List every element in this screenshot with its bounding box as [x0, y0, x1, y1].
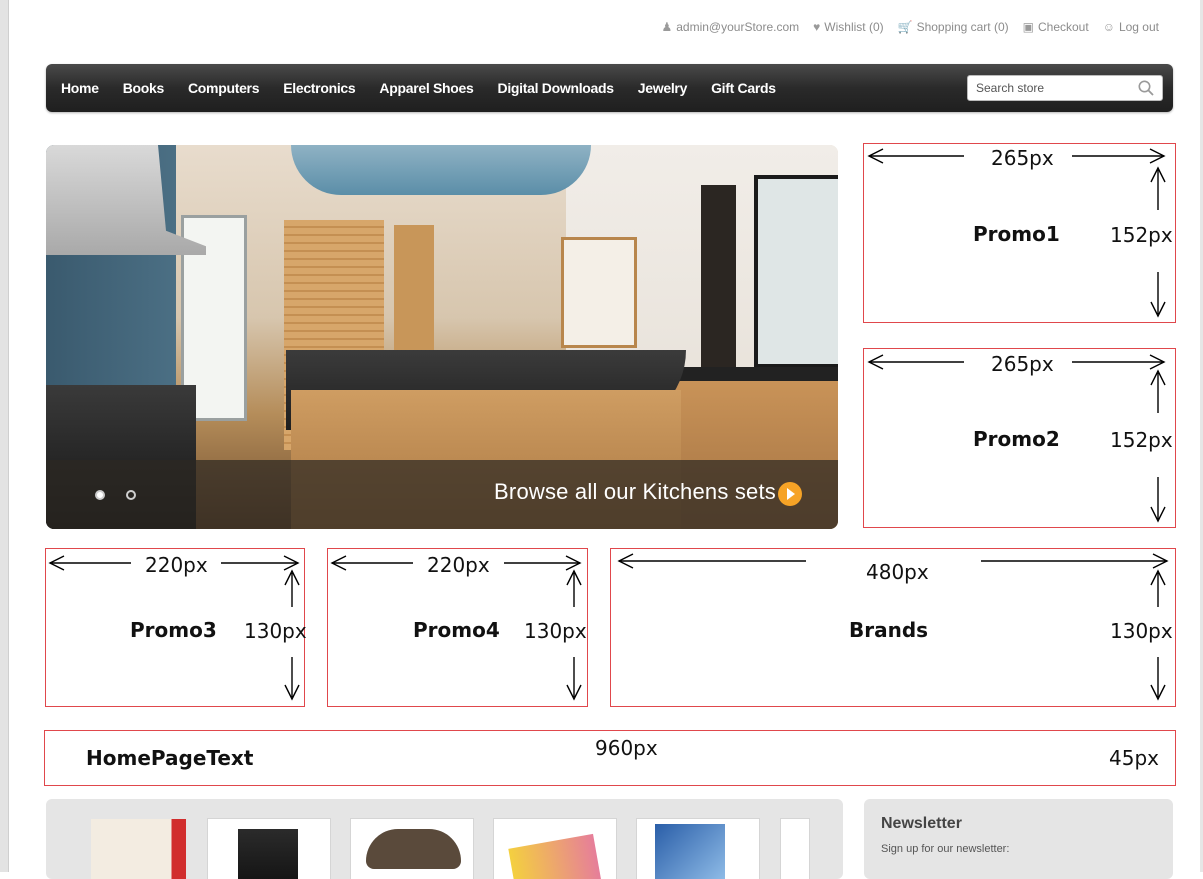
- account-link-label: admin@yourStore.com: [676, 20, 800, 34]
- promo2-width-label: 265px: [991, 352, 1054, 376]
- newsletter-block: Newsletter Sign up for our newsletter:: [864, 799, 1173, 879]
- product-book-cover[interactable]: [91, 819, 186, 879]
- promo4-box: 220px Promo4 130px: [327, 548, 588, 707]
- slider-caption[interactable]: Browse all our Kitchens sets: [494, 479, 776, 505]
- menu-item-electronics[interactable]: Electronics: [283, 80, 355, 96]
- account-link[interactable]: ♟ admin@yourStore.com: [661, 20, 799, 34]
- homepage-text-width-label: 960px: [595, 736, 658, 760]
- promo4-label: Promo4: [413, 618, 500, 642]
- product-shoes[interactable]: [350, 818, 474, 879]
- product-computer[interactable]: [207, 818, 331, 879]
- search-input[interactable]: [968, 76, 1144, 100]
- logout-link-label: Log out: [1118, 20, 1159, 34]
- play-arrow-icon[interactable]: [778, 482, 802, 506]
- slider-dot-1[interactable]: [95, 490, 105, 500]
- shopping-cart-link-label: Shopping cart (0): [916, 20, 1009, 34]
- homepage-text-box: HomePageText 960px 45px: [44, 730, 1176, 786]
- promo1-label: Promo1: [973, 222, 1060, 246]
- menu-item-gift-cards[interactable]: Gift Cards: [711, 80, 776, 96]
- heart-icon: ♥: [813, 20, 821, 34]
- product-software[interactable]: [636, 818, 760, 879]
- menu-item-apparel-shoes[interactable]: Apparel Shoes: [379, 80, 473, 96]
- home-slider[interactable]: Browse all our Kitchens sets: [46, 145, 838, 529]
- homepage-text-height-label: 45px: [1109, 746, 1159, 770]
- logout-link[interactable]: ☺ Log out: [1103, 20, 1159, 34]
- menu-item-computers[interactable]: Computers: [188, 80, 260, 96]
- software-box-image: [655, 824, 725, 879]
- slider-image-picture-frame: [561, 237, 637, 348]
- promo4-width-label: 220px: [427, 553, 490, 577]
- promo3-label: Promo3: [130, 618, 217, 642]
- header-links: ♟ admin@yourStore.com ♥ Wishlist (0) 🛒 S…: [661, 20, 1159, 34]
- promo2-height-label: 152px: [1110, 428, 1173, 452]
- top-menu: Home Books Computers Electronics Apparel…: [46, 64, 1173, 112]
- promo1-width-label: 265px: [991, 146, 1054, 170]
- search-box: [967, 75, 1163, 101]
- slider-image-range-hood: [46, 145, 206, 255]
- brands-box: 480px Brands 130px: [610, 548, 1176, 707]
- cart-icon: 🛒: [897, 20, 913, 34]
- menu-item-digital-downloads[interactable]: Digital Downloads: [498, 80, 615, 96]
- logout-icon: ☺: [1102, 20, 1115, 34]
- window-left-edge: [0, 0, 9, 872]
- menu-item-books[interactable]: Books: [123, 80, 165, 96]
- search-icon[interactable]: [1137, 79, 1155, 97]
- product-carousel: [46, 799, 843, 879]
- checkout-link[interactable]: ▣ Checkout: [1023, 20, 1089, 34]
- product-partial[interactable]: [780, 818, 810, 879]
- user-icon: ♟: [661, 20, 673, 34]
- slider-image-right-window: [754, 175, 838, 368]
- promo1-height-label: 152px: [1110, 223, 1173, 247]
- promo4-height-label: 130px: [524, 619, 587, 643]
- newsletter-subtitle: Sign up for our newsletter:: [881, 843, 1010, 855]
- menu-items: Home Books Computers Electronics Apparel…: [61, 64, 800, 112]
- newsletter-title: Newsletter: [881, 815, 962, 832]
- promo2-box: 265px Promo2 152px: [863, 348, 1176, 528]
- promo3-width-label: 220px: [145, 553, 208, 577]
- menu-item-jewelry[interactable]: Jewelry: [638, 80, 688, 96]
- gift-card-image: [508, 833, 602, 879]
- shoe-image: [366, 829, 461, 869]
- wishlist-link[interactable]: ♥ Wishlist (0): [813, 20, 883, 34]
- product-gift-card[interactable]: [493, 818, 617, 879]
- checkout-icon: ▣: [1022, 20, 1034, 34]
- promo3-height-label: 130px: [244, 619, 307, 643]
- slider-image-ceiling: [291, 145, 591, 195]
- checkout-link-label: Checkout: [1037, 20, 1089, 34]
- wishlist-link-label: Wishlist (0): [824, 20, 884, 34]
- promo1-box: 265px Promo1 152px: [863, 143, 1176, 323]
- brands-label: Brands: [849, 618, 929, 642]
- brands-height-label: 130px: [1110, 619, 1173, 643]
- slider-dot-2[interactable]: [126, 490, 136, 500]
- promo2-label: Promo2: [973, 427, 1060, 451]
- menu-item-home[interactable]: Home: [61, 80, 99, 96]
- homepage-text-label: HomePageText: [86, 746, 254, 770]
- promo3-box: 220px Promo3 130px: [45, 548, 307, 707]
- shopping-cart-link[interactable]: 🛒 Shopping cart (0): [898, 20, 1009, 34]
- brands-width-label: 480px: [866, 560, 929, 584]
